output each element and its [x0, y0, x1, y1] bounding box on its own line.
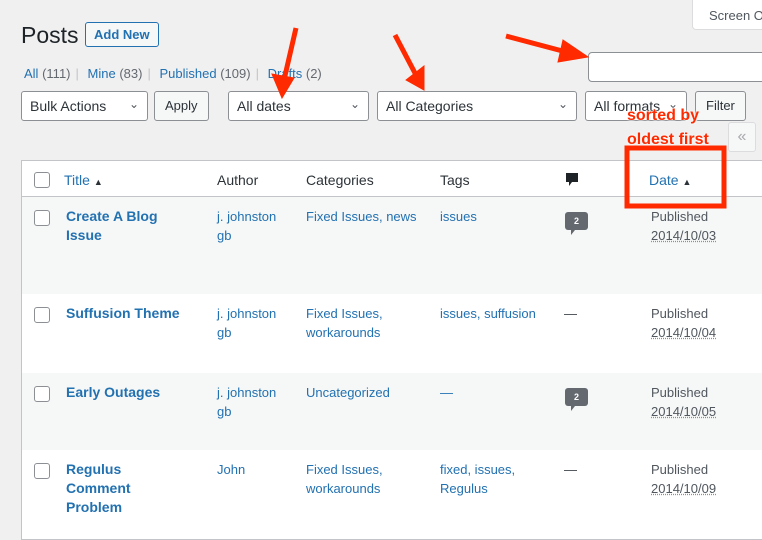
view-mine[interactable]: Mine — [88, 66, 116, 81]
row-checkbox[interactable] — [34, 463, 50, 479]
sort-by-date[interactable]: Date — [649, 172, 679, 188]
table-row: Suffusion Theme j. johnston gb Fixed Iss… — [22, 294, 762, 373]
post-date: 2014/10/03 — [651, 228, 717, 243]
sort-arrow-icon: ▲ — [93, 177, 103, 187]
view-published[interactable]: Published — [159, 66, 216, 81]
bulk-actions-select[interactable]: Bulk Actions ⌄ — [21, 91, 148, 121]
row-checkbox[interactable] — [34, 307, 50, 323]
select-all-checkbox[interactable] — [34, 172, 50, 188]
category-filter-select[interactable]: All Categories ⌄ — [377, 91, 577, 121]
author-link[interactable]: j. johnston gb — [217, 304, 292, 342]
screen-options-button[interactable]: Screen O — [692, 0, 762, 30]
table-row: Early Outages j. johnston gb Uncategoriz… — [22, 373, 762, 450]
comments-column-icon[interactable] — [565, 172, 579, 191]
comment-count-bubble[interactable]: 2 — [565, 388, 588, 411]
first-page-button[interactable]: « — [728, 122, 756, 152]
row-checkbox[interactable] — [34, 386, 50, 402]
tags-links[interactable]: — — [440, 383, 555, 402]
annotation-text: sorted by oldest first — [627, 107, 709, 148]
apply-button[interactable]: Apply — [154, 91, 209, 121]
post-status: Published — [651, 306, 709, 321]
table-row: Regulus Comment Problem John Fixed Issue… — [22, 450, 762, 530]
post-status: Published — [651, 462, 709, 477]
view-drafts[interactable]: Drafts — [268, 66, 303, 81]
post-date: 2014/10/04 — [651, 325, 717, 340]
view-all[interactable]: All — [24, 66, 38, 81]
add-new-button[interactable]: Add New — [85, 22, 159, 47]
page-title: Posts — [21, 22, 79, 48]
post-status-views: All (111) | Mine (83) | Published (109) | D… — [24, 66, 322, 81]
column-author: Author — [217, 172, 259, 188]
column-categories: Categories — [306, 172, 374, 188]
categories-links[interactable]: Fixed Issues, news — [306, 207, 426, 226]
post-date: 2014/10/05 — [651, 404, 717, 419]
search-input[interactable] — [588, 52, 762, 82]
post-title-link[interactable]: Regulus Comment Problem — [66, 460, 186, 517]
post-status: Published — [651, 385, 709, 400]
chevron-down-icon: ⌄ — [128, 97, 139, 111]
categories-links[interactable]: Fixed Issues, workarounds — [306, 304, 426, 342]
row-checkbox[interactable] — [34, 210, 50, 226]
tags-links[interactable]: issues, suffusion — [440, 304, 555, 323]
no-comments: — — [564, 306, 577, 321]
sort-by-title[interactable]: Title — [64, 172, 90, 188]
categories-links[interactable]: Fixed Issues, workarounds — [306, 460, 426, 498]
post-title-link[interactable]: Create A Blog Issue — [66, 207, 186, 245]
comment-count-bubble[interactable]: 2 — [565, 212, 588, 235]
author-link[interactable]: j. johnston gb — [217, 383, 292, 421]
post-title-link[interactable]: Early Outages — [66, 383, 186, 402]
post-date: 2014/10/09 — [651, 481, 717, 496]
author-link[interactable]: j. johnston gb — [217, 207, 292, 245]
categories-links[interactable]: Uncategorized — [306, 383, 426, 402]
tags-links[interactable]: fixed, issues, Regulus — [440, 460, 555, 498]
table-row: Create A Blog Issue j. johnston gb Fixed… — [22, 197, 762, 294]
chevron-down-icon: ⌄ — [349, 97, 360, 111]
chevron-down-icon: ⌄ — [557, 97, 568, 111]
author-link[interactable]: John — [217, 460, 292, 479]
column-tags: Tags — [440, 172, 470, 188]
sort-arrow-icon: ▲ — [682, 177, 692, 187]
post-status: Published — [651, 209, 709, 224]
post-title-link[interactable]: Suffusion Theme — [66, 304, 186, 323]
date-filter-select[interactable]: All dates ⌄ — [228, 91, 369, 121]
tags-links[interactable]: issues — [440, 207, 555, 226]
table-header: Title ▲ Author Categories Tags Date ▲ — [22, 161, 762, 197]
posts-table: Title ▲ Author Categories Tags Date ▲ Cr… — [21, 160, 762, 540]
no-comments: — — [564, 462, 577, 477]
